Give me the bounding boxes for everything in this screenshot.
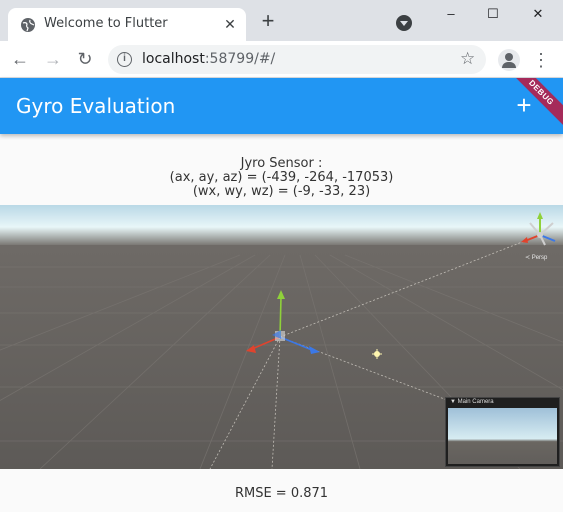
profile-icon[interactable] <box>498 49 520 71</box>
reload-icon[interactable]: ↻ <box>75 49 95 69</box>
accel-values: (ax, ay, az) = (-439, -264, -17053) <box>169 170 394 185</box>
forward-arrow-icon[interactable]: → <box>43 49 63 69</box>
minimize-button[interactable]: – <box>436 6 466 22</box>
browser-tab[interactable]: Welcome to Flutter ✕ <box>8 8 246 41</box>
sky-gradient <box>0 205 563 245</box>
tab-search-icon[interactable] <box>396 15 412 31</box>
page-title: Gyro Evaluation <box>16 94 176 118</box>
url-path: :58799/#/ <box>204 51 276 67</box>
scene-viewport[interactable]: ≺ Persp ▼ Main Camera <box>0 205 563 469</box>
url-host: localhost <box>142 51 205 67</box>
tab-close-icon[interactable]: ✕ <box>222 16 238 32</box>
address-bar[interactable]: i localhost:58799/#/ ☆ <box>108 45 486 74</box>
add-icon[interactable]: + <box>512 92 536 118</box>
persp-label[interactable]: ≺ Persp <box>525 255 548 261</box>
back-arrow-icon[interactable]: ← <box>10 49 30 69</box>
camera-preview: ▼ Main Camera <box>445 397 560 467</box>
star-icon[interactable]: ☆ <box>460 49 475 69</box>
kebab-menu-icon[interactable]: ⋮ <box>532 50 550 70</box>
new-tab-button[interactable]: + <box>258 10 278 32</box>
sensor-readout: Jyro Sensor : (ax, ay, az) = (-439, -264… <box>0 157 563 199</box>
rmse-value: RMSE = 0.871 <box>234 486 329 501</box>
browser-tab-strip: Welcome to Flutter ✕ + – ☐ ✕ <box>0 0 563 41</box>
close-window-button[interactable]: ✕ <box>523 6 553 22</box>
tab-title: Welcome to Flutter <box>44 16 168 31</box>
url-text: localhost:58799/#/ <box>142 51 275 67</box>
sensor-heading: Jyro Sensor : <box>240 156 323 171</box>
camera-preview-view <box>448 408 557 464</box>
app-bar: Gyro Evaluation + DEBUG <box>0 78 563 134</box>
gyro-values: (wx, wy, wz) = (-9, -33, 23) <box>192 184 371 199</box>
info-icon[interactable]: i <box>117 52 132 67</box>
camera-preview-title: ▼ Main Camera <box>450 399 494 405</box>
browser-toolbar: ← → ↻ i localhost:58799/#/ ☆ ⋮ <box>0 41 563 78</box>
globe-icon <box>21 18 35 32</box>
maximize-button[interactable]: ☐ <box>478 6 508 22</box>
